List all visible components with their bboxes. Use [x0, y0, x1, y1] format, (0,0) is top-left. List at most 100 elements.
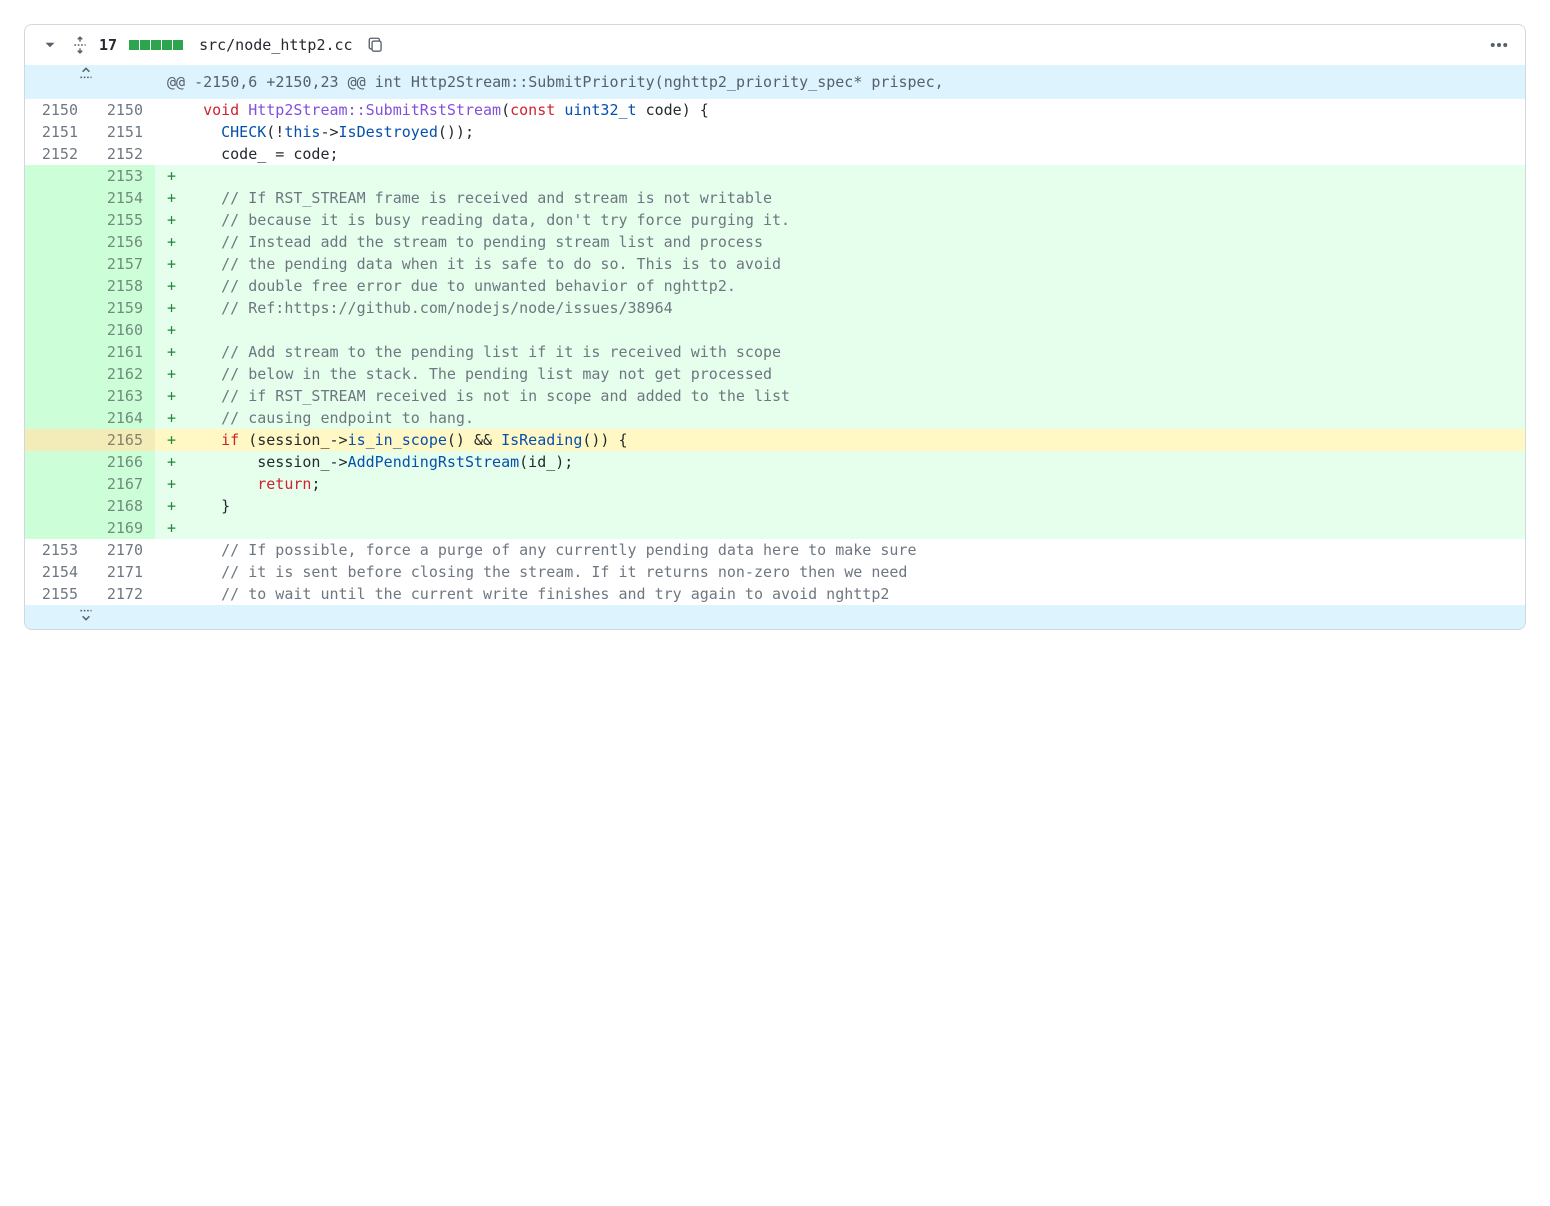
diffstat-added-block: [151, 40, 161, 50]
old-line-number[interactable]: 2155: [25, 583, 90, 605]
new-line-number[interactable]: 2163: [90, 385, 155, 407]
old-line-number[interactable]: 2152: [25, 143, 90, 165]
code-content: + if (session_->is_in_scope() && IsReadi…: [155, 429, 1525, 451]
old-line-number[interactable]: [25, 297, 90, 319]
code-content: + // below in the stack. The pending lis…: [155, 363, 1525, 385]
hunk-footer-row: [25, 605, 1525, 629]
old-line-number[interactable]: [25, 385, 90, 407]
code-content: + session_->AddPendingRstStream(id_);: [155, 451, 1525, 473]
old-line-number[interactable]: [25, 231, 90, 253]
diff-line: 2154+ // If RST_STREAM frame is received…: [25, 187, 1525, 209]
new-line-number[interactable]: 2166: [90, 451, 155, 473]
new-line-number[interactable]: 2167: [90, 473, 155, 495]
code-content: + // because it is busy reading data, do…: [155, 209, 1525, 231]
diff-line: 21552172 // to wait until the current wr…: [25, 583, 1525, 605]
new-line-number[interactable]: 2150: [90, 99, 155, 121]
code-content: + // if RST_STREAM received is not in sc…: [155, 385, 1525, 407]
more-options-icon[interactable]: [1489, 35, 1509, 55]
new-line-number[interactable]: 2157: [90, 253, 155, 275]
old-line-number[interactable]: 2150: [25, 99, 90, 121]
old-line-number[interactable]: [25, 275, 90, 297]
hunk-header-row: @@ -2150,6 +2150,23 @@ int Http2Stream::…: [25, 65, 1525, 99]
diff-line: 2164+ // causing endpoint to hang.: [25, 407, 1525, 429]
diff-line: 2167+ return;: [25, 473, 1525, 495]
code-content: + }: [155, 495, 1525, 517]
code-content: // If possible, force a purge of any cur…: [155, 539, 1525, 561]
old-line-number[interactable]: [25, 363, 90, 385]
file-path[interactable]: src/node_http2.cc: [199, 36, 353, 54]
hunk-footer: [155, 605, 1525, 629]
old-line-number[interactable]: [25, 407, 90, 429]
old-line-number[interactable]: [25, 319, 90, 341]
code-content: + // If RST_STREAM frame is received and…: [155, 187, 1525, 209]
old-line-number[interactable]: [25, 473, 90, 495]
diff-line: 2156+ // Instead add the stream to pendi…: [25, 231, 1525, 253]
diff-line: 21512151 CHECK(!this->IsDestroyed());: [25, 121, 1525, 143]
expand-up-button[interactable]: [25, 65, 155, 99]
old-line-number[interactable]: [25, 341, 90, 363]
old-line-number[interactable]: 2154: [25, 561, 90, 583]
old-line-number[interactable]: [25, 253, 90, 275]
new-line-number[interactable]: 2159: [90, 297, 155, 319]
expand-down-button[interactable]: [25, 605, 155, 629]
code-content: // to wait until the current write finis…: [155, 583, 1525, 605]
diff-line: 2168+ }: [25, 495, 1525, 517]
diff-line: 2153+: [25, 165, 1525, 187]
code-content: + // double free error due to unwanted b…: [155, 275, 1525, 297]
new-line-number[interactable]: 2152: [90, 143, 155, 165]
old-line-number[interactable]: [25, 495, 90, 517]
new-line-number[interactable]: 2162: [90, 363, 155, 385]
old-line-number[interactable]: 2153: [25, 539, 90, 561]
diff-line: 2169+: [25, 517, 1525, 539]
code-content: + // Ref:https://github.com/nodejs/node/…: [155, 297, 1525, 319]
old-line-number[interactable]: 2151: [25, 121, 90, 143]
code-content: +: [155, 319, 1525, 341]
new-line-number[interactable]: 2156: [90, 231, 155, 253]
diffstat-added-block: [173, 40, 183, 50]
new-line-number[interactable]: 2161: [90, 341, 155, 363]
new-line-number[interactable]: 2168: [90, 495, 155, 517]
new-line-number[interactable]: 2158: [90, 275, 155, 297]
new-line-number[interactable]: 2151: [90, 121, 155, 143]
old-line-number[interactable]: [25, 429, 90, 451]
new-line-number[interactable]: 2165: [90, 429, 155, 451]
diff-line: 2155+ // because it is busy reading data…: [25, 209, 1525, 231]
diff-line: 21502150 void Http2Stream::SubmitRstStre…: [25, 99, 1525, 121]
old-line-number[interactable]: [25, 187, 90, 209]
new-line-number[interactable]: 2171: [90, 561, 155, 583]
new-line-number[interactable]: 2164: [90, 407, 155, 429]
new-line-number[interactable]: 2154: [90, 187, 155, 209]
copy-icon[interactable]: [367, 36, 385, 54]
old-line-number[interactable]: [25, 165, 90, 187]
code-content: void Http2Stream::SubmitRstStream(const …: [155, 99, 1525, 121]
file-header: 17 src/node_http2.cc: [25, 25, 1525, 65]
old-line-number[interactable]: [25, 209, 90, 231]
diff-line: 2165+ if (session_->is_in_scope() && IsR…: [25, 429, 1525, 451]
diff-line: 2160+: [25, 319, 1525, 341]
diffstat-added-block: [162, 40, 172, 50]
diff-line: 2162+ // below in the stack. The pending…: [25, 363, 1525, 385]
diff-line: 2159+ // Ref:https://github.com/nodejs/n…: [25, 297, 1525, 319]
diffstat-count[interactable]: 17: [99, 36, 117, 54]
code-content: CHECK(!this->IsDestroyed());: [155, 121, 1525, 143]
new-line-number[interactable]: 2153: [90, 165, 155, 187]
diff-line: 2166+ session_->AddPendingRstStream(id_)…: [25, 451, 1525, 473]
diff-line: 2157+ // the pending data when it is saf…: [25, 253, 1525, 275]
diff-line: 21542171 // it is sent before closing th…: [25, 561, 1525, 583]
expand-all-icon[interactable]: [71, 36, 89, 54]
code-content: + return;: [155, 473, 1525, 495]
diff-line: 2163+ // if RST_STREAM received is not i…: [25, 385, 1525, 407]
old-line-number[interactable]: [25, 517, 90, 539]
diffstat-bar: [129, 40, 183, 50]
diff-table: @@ -2150,6 +2150,23 @@ int Http2Stream::…: [25, 65, 1525, 629]
code-content: // it is sent before closing the stream.…: [155, 561, 1525, 583]
new-line-number[interactable]: 2172: [90, 583, 155, 605]
new-line-number[interactable]: 2169: [90, 517, 155, 539]
new-line-number[interactable]: 2160: [90, 319, 155, 341]
diffstat-added-block: [129, 40, 139, 50]
hunk-header: @@ -2150,6 +2150,23 @@ int Http2Stream::…: [155, 65, 1525, 99]
new-line-number[interactable]: 2170: [90, 539, 155, 561]
chevron-down-icon[interactable]: [41, 36, 59, 54]
old-line-number[interactable]: [25, 451, 90, 473]
new-line-number[interactable]: 2155: [90, 209, 155, 231]
